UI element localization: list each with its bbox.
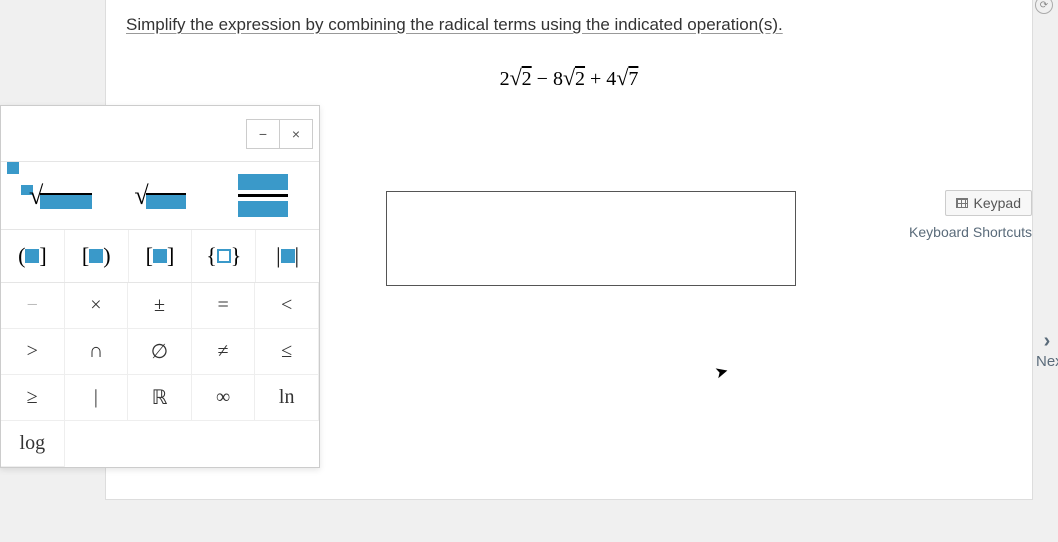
- sym-log[interactable]: log: [1, 421, 65, 467]
- math-keypad-popup: − × √ √ (] [) [] {} || − × ± = < > ∩ ∅ ≠…: [0, 105, 320, 468]
- sym-lt[interactable]: <: [255, 283, 319, 329]
- bracket-square[interactable]: []: [129, 230, 193, 282]
- sym-equals[interactable]: =: [192, 283, 256, 329]
- sym-gt[interactable]: >: [1, 329, 65, 375]
- sym-emptyset[interactable]: ∅: [128, 329, 192, 375]
- bracket-paren[interactable]: (]: [1, 230, 65, 282]
- sym-ge[interactable]: ≥: [1, 375, 65, 421]
- sym-pipe[interactable]: |: [65, 375, 129, 421]
- template-fraction[interactable]: [212, 168, 315, 223]
- minimize-button[interactable]: −: [246, 119, 280, 149]
- answer-input[interactable]: [386, 191, 796, 286]
- bracket-interval-open[interactable]: [): [65, 230, 129, 282]
- math-expression: 2√2 − 8√2 + 4√7: [126, 65, 1012, 91]
- sym-minus[interactable]: −: [1, 283, 65, 329]
- keypad-button[interactable]: Keypad: [945, 190, 1032, 216]
- next-button[interactable]: › Nex: [1036, 330, 1058, 370]
- next-label: Nex: [1036, 353, 1058, 370]
- sym-ln[interactable]: ln: [255, 375, 319, 421]
- keyboard-shortcuts-link[interactable]: Keyboard Shortcuts: [909, 224, 1032, 240]
- template-sqrt[interactable]: √: [108, 168, 211, 223]
- sym-neq[interactable]: ≠: [192, 329, 256, 375]
- sym-intersect[interactable]: ∩: [65, 329, 129, 375]
- bracket-curly[interactable]: {}: [192, 230, 256, 282]
- bracket-abs[interactable]: ||: [256, 230, 319, 282]
- chevron-right-icon: ›: [1036, 330, 1058, 353]
- keypad-icon: [956, 198, 968, 208]
- template-nth-root[interactable]: √: [5, 168, 108, 223]
- sym-plusminus[interactable]: ±: [128, 283, 192, 329]
- close-button[interactable]: ×: [279, 119, 313, 149]
- sym-times[interactable]: ×: [65, 283, 129, 329]
- sym-le[interactable]: ≤: [255, 329, 319, 375]
- keypad-label: Keypad: [974, 195, 1021, 211]
- sym-infinity[interactable]: ∞: [192, 375, 256, 421]
- sym-reals[interactable]: ℝ: [128, 375, 192, 421]
- question-prompt: Simplify the expression by combining the…: [126, 15, 1012, 35]
- refresh-icon[interactable]: ⟳: [1035, 0, 1053, 14]
